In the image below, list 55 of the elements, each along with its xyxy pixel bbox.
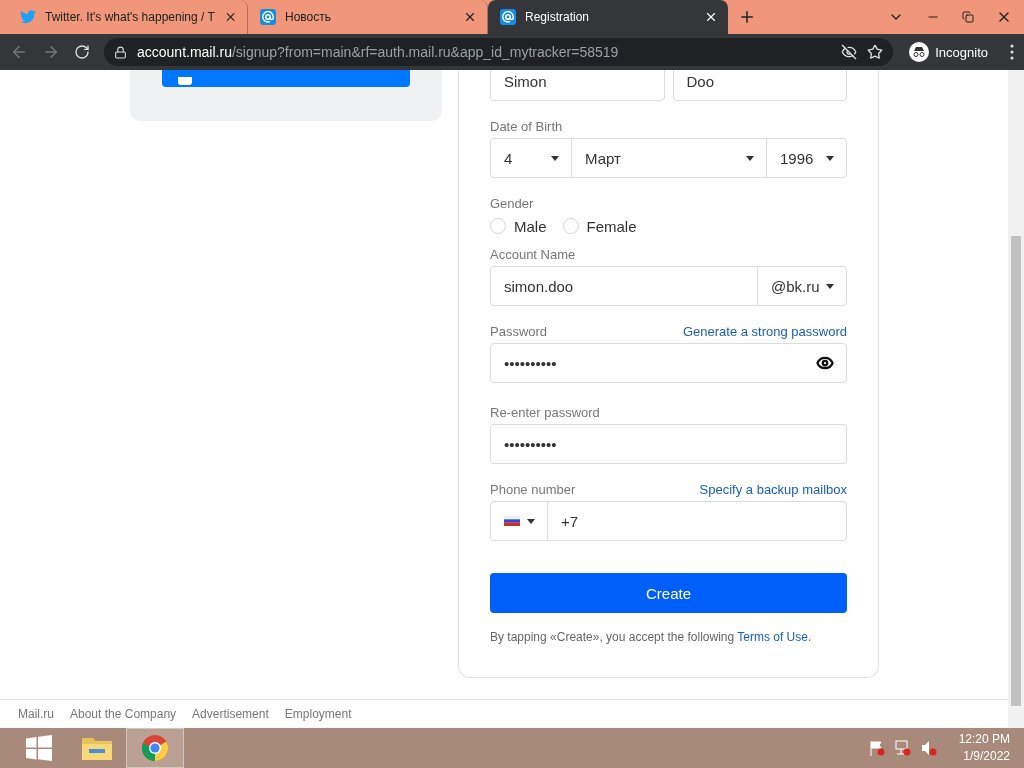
close-icon[interactable] (463, 10, 477, 24)
forward-icon[interactable] (42, 43, 60, 61)
repeat-password-field[interactable]: •••••••••• (490, 424, 847, 464)
scrollbar[interactable] (1008, 70, 1024, 728)
bird-icon (20, 9, 36, 25)
incognito-icon (909, 42, 930, 62)
field-label: Password (490, 324, 548, 339)
star-icon[interactable] (867, 44, 884, 60)
windows-icon (26, 735, 52, 761)
backup-mailbox-link[interactable]: Specify a backup mailbox (699, 482, 847, 497)
eye-off-icon[interactable] (841, 44, 858, 60)
footer-link[interactable]: Employment (284, 707, 352, 721)
gender-radio[interactable]: Male (490, 217, 547, 235)
speaker-icon[interactable] (920, 740, 937, 756)
more-icon[interactable] (1010, 44, 1014, 60)
clock-time: 12:20 PM (958, 731, 1010, 748)
incognito-button[interactable]: Incognito (907, 40, 996, 64)
terms-text: By tapping «Create», you accept the following Terms of Use. (490, 630, 813, 644)
at-sign-icon (500, 9, 516, 25)
at-sign-icon (260, 9, 276, 25)
chrome-icon (141, 734, 169, 762)
eye-icon[interactable] (816, 354, 834, 372)
restore-icon[interactable] (962, 11, 974, 23)
first-name-field[interactable]: Simon (490, 70, 665, 101)
scroll-thumb[interactable] (1011, 236, 1021, 706)
field-label: Phone number (490, 482, 576, 497)
vk-button[interactable] (162, 70, 410, 87)
gender-radio[interactable]: Female (562, 217, 637, 235)
field-label: Date of Birth (490, 119, 563, 134)
radio-icon[interactable] (562, 218, 579, 234)
field-label: Account Name (490, 247, 576, 262)
footer-link[interactable]: Mail.ru (18, 707, 54, 721)
reload-icon[interactable] (74, 44, 90, 60)
password-field[interactable]: •••••••••• (490, 343, 847, 383)
browser-tab[interactable]: Registration (488, 0, 728, 34)
clock-date: 1/9/2022 (963, 748, 1010, 765)
terms-link[interactable]: Terms of Use (737, 630, 808, 644)
flag-icon[interactable] (868, 740, 885, 756)
close-icon[interactable] (704, 10, 718, 24)
vk-icon (178, 77, 192, 85)
chrome-button[interactable] (126, 728, 184, 768)
lock-icon (114, 45, 127, 59)
last-name-field[interactable]: Doo (672, 70, 847, 101)
generate-password-link[interactable]: Generate a strong password (682, 324, 847, 339)
create-button[interactable]: Create (490, 573, 847, 613)
network-icon[interactable] (894, 740, 911, 756)
new-tab-icon[interactable] (738, 8, 756, 26)
footer-link[interactable]: Advertisement (192, 707, 269, 721)
address-field[interactable]: account.mail.ru/signup?from=main&rf=auth.mail.ru&app_id_mytracker=58519 (104, 38, 894, 66)
radio-icon[interactable] (490, 218, 506, 234)
field-label: Re-enter password (490, 405, 600, 420)
folder-icon (81, 735, 113, 761)
footer-link[interactable]: About the Company (70, 707, 177, 721)
back-icon[interactable] (10, 43, 28, 61)
field-label: Gender (490, 196, 534, 211)
